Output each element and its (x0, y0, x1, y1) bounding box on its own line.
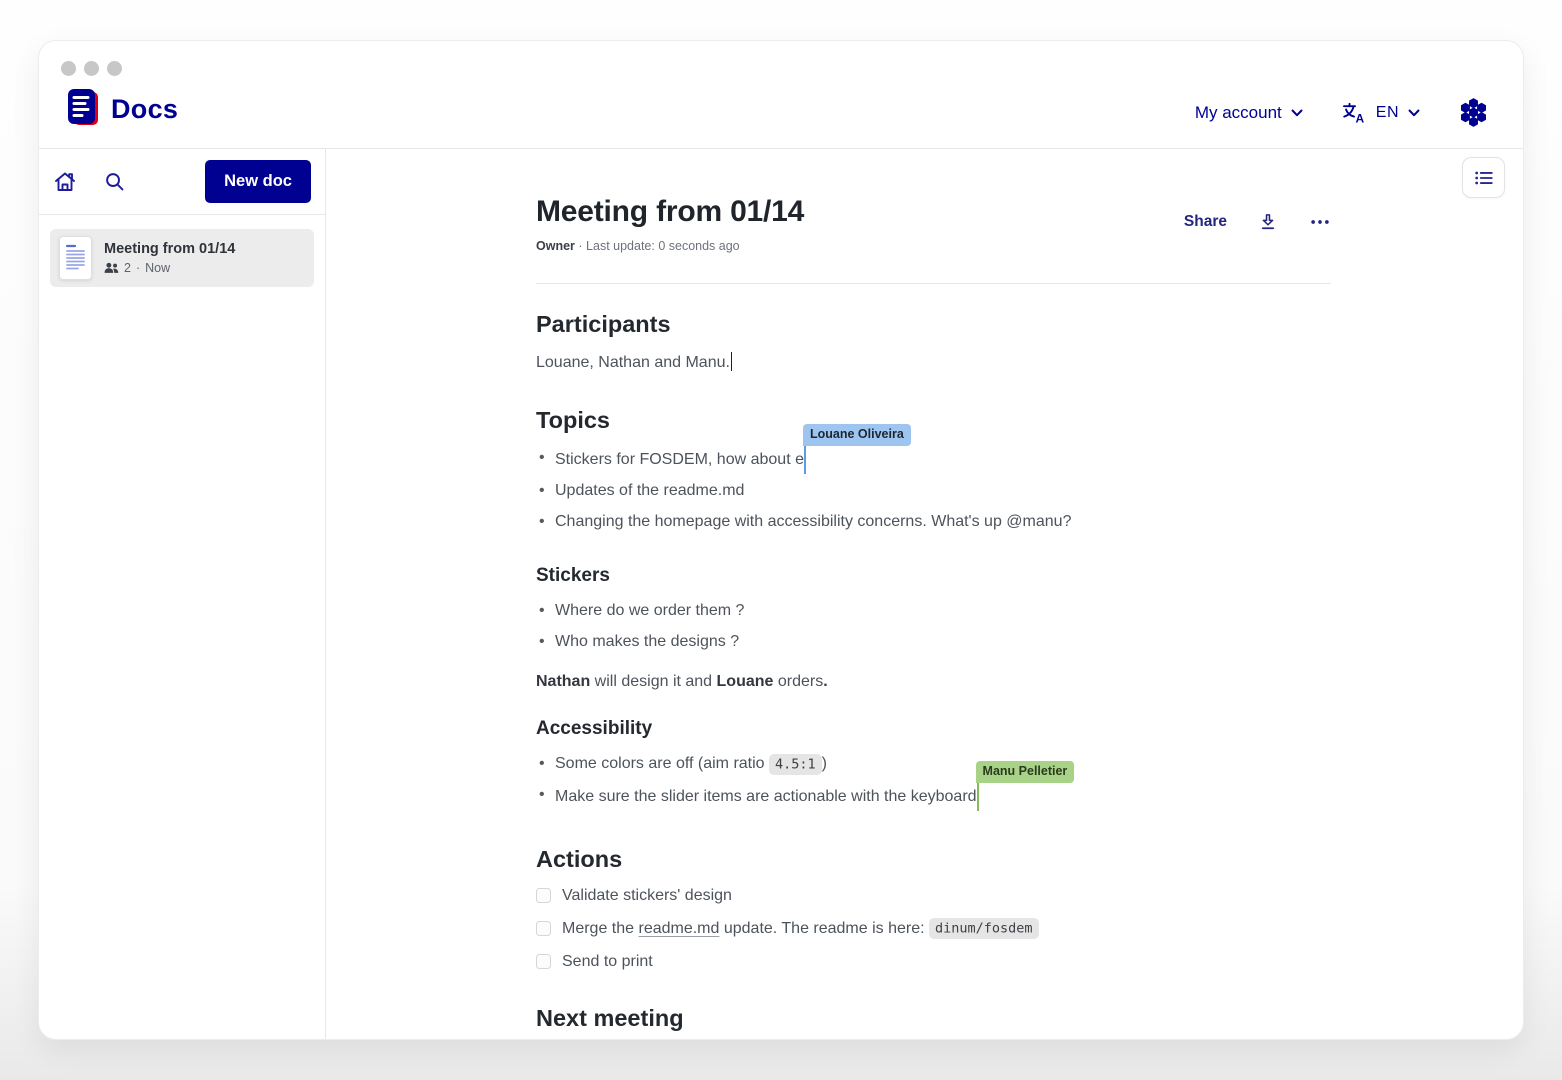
window-dot[interactable] (84, 61, 99, 76)
app-window: Docs My account A EN (38, 40, 1524, 1040)
document-icon (59, 236, 92, 280)
collab-user-label: Manu Pelletier (976, 761, 1075, 783)
task-row: Validate stickers' design (536, 886, 1331, 906)
task-row: Send to print (536, 952, 1331, 972)
svg-text:A: A (1355, 111, 1364, 125)
inline-code: dinum/fosdem (929, 918, 1039, 939)
inline-code: 4.5:1 (769, 754, 822, 775)
window-dot[interactable] (61, 61, 76, 76)
language-code: EN (1376, 104, 1399, 122)
language-selector[interactable]: A EN (1341, 101, 1420, 125)
collab-caret (977, 780, 980, 811)
doc-item-separator: · (136, 261, 140, 275)
list-item[interactable]: Make sure the slider items are actionabl… (555, 780, 1331, 813)
meta-separator: · (578, 239, 582, 253)
more-options-icon[interactable] (1309, 211, 1331, 233)
list-item[interactable]: Who makes the designs ? (555, 627, 1331, 658)
new-doc-button[interactable]: New doc (205, 160, 311, 203)
home-icon[interactable] (53, 170, 77, 194)
doc-member-count: 2 (124, 261, 131, 275)
share-button[interactable]: Share (1184, 213, 1227, 231)
chevron-down-icon (1291, 109, 1303, 117)
download-icon[interactable] (1257, 211, 1279, 233)
document-actions: Share (1184, 211, 1331, 233)
members-icon (104, 262, 119, 274)
list-item[interactable]: Updates of the readme.md (555, 476, 1331, 507)
task-checkbox[interactable] (536, 921, 551, 936)
readme-link[interactable]: readme.md (638, 920, 719, 937)
document-header: Meeting from 01/14 Owner · Last update: … (536, 195, 1331, 253)
app-body: New doc (39, 149, 1523, 1039)
app-logo[interactable]: Docs (65, 87, 178, 132)
document-meta: Owner · Last update: 0 seconds ago (536, 239, 804, 253)
apps-grid-gaufre-icon[interactable] (1458, 97, 1489, 128)
heading-actions: Actions (536, 846, 1331, 873)
last-update: Last update: 0 seconds ago (586, 239, 740, 253)
list-item[interactable]: Some colors are off (aim ratio 4.5:1) (555, 749, 1331, 780)
heading-participants: Participants (536, 311, 1331, 338)
docs-logo-icon (65, 87, 101, 132)
doc-item-time: Now (145, 261, 170, 275)
text-cursor (731, 352, 733, 371)
sidebar-toolbar: New doc (39, 149, 325, 215)
task-checkbox[interactable] (536, 954, 551, 969)
window-dot[interactable] (107, 61, 122, 76)
document-title[interactable]: Meeting from 01/14 (536, 195, 804, 229)
doc-item-subtitle: 2 · Now (104, 261, 235, 275)
task-label[interactable]: Validate stickers' design (562, 886, 732, 906)
collab-user-label: Louane Oliveira (803, 424, 911, 446)
task-checkbox[interactable] (536, 888, 551, 903)
my-account-label: My account (1195, 103, 1282, 123)
stickers-note[interactable]: Nathan will design it and Louane orders. (536, 673, 1331, 691)
collab-caret (804, 443, 807, 474)
heading-stickers: Stickers (536, 565, 1331, 587)
task-row: Merge the readme.md update. The readme i… (536, 919, 1331, 939)
topics-list: Stickers for FOSDEM, how about eLouane O… (536, 443, 1331, 538)
translate-icon: A (1341, 101, 1367, 125)
owner-badge: Owner (536, 239, 575, 253)
heading-accessibility: Accessibility (536, 718, 1331, 740)
app-name: Docs (111, 94, 178, 125)
participants-text[interactable]: Louane, Nathan and Manu. (536, 352, 1331, 374)
doc-list: Meeting from 01/14 2 (39, 215, 325, 301)
doc-list-item[interactable]: Meeting from 01/14 2 (50, 229, 314, 287)
divider (536, 283, 1331, 284)
list-icon (1473, 167, 1495, 189)
task-label[interactable]: Merge the readme.md update. The readme i… (562, 919, 1039, 939)
sidebar: New doc (39, 149, 326, 1039)
chevron-down-icon (1408, 109, 1420, 117)
heading-next-meeting: Next meeting (536, 1005, 1331, 1032)
search-icon[interactable] (103, 170, 126, 193)
main-content: Meeting from 01/14 Owner · Last update: … (326, 149, 1523, 1039)
doc-item-title: Meeting from 01/14 (104, 241, 235, 257)
my-account-menu[interactable]: My account (1195, 103, 1303, 123)
app-header: Docs My account A EN (39, 41, 1523, 149)
header-actions: My account A EN (1195, 97, 1489, 132)
list-item[interactable]: Stickers for FOSDEM, how about eLouane O… (555, 443, 1331, 476)
document: Meeting from 01/14 Owner · Last update: … (536, 195, 1331, 1032)
heading-topics: Topics (536, 407, 1331, 434)
accessibility-list: Some colors are off (aim ratio 4.5:1) Ma… (536, 749, 1331, 813)
task-label[interactable]: Send to print (562, 952, 653, 972)
table-of-contents-button[interactable] (1462, 157, 1505, 198)
list-item[interactable]: Changing the homepage with accessibility… (555, 507, 1331, 538)
stickers-list: Where do we order them ? Who makes the d… (536, 596, 1331, 658)
window-controls (61, 61, 122, 76)
list-item[interactable]: Where do we order them ? (555, 596, 1331, 627)
